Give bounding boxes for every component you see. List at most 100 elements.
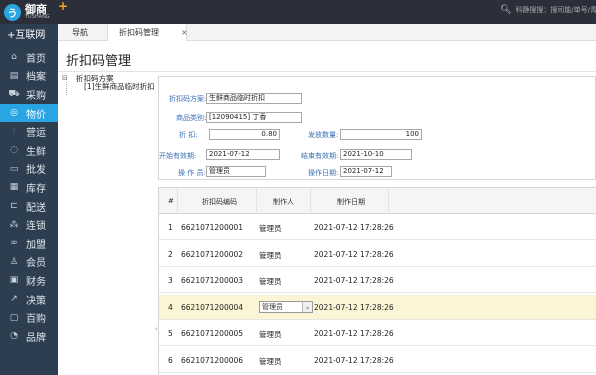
- collapse-icon[interactable]: ⊟: [62, 74, 76, 82]
- cell-date: 2021-07-12 17:28:26: [314, 355, 394, 365]
- start-date-field[interactable]: 2021-07-12: [206, 149, 280, 160]
- splitter-handle[interactable]: ‹: [155, 325, 158, 333]
- cell-code: 6621071200005: [181, 329, 244, 338]
- column-header-code[interactable]: 折扣码编码: [202, 197, 237, 207]
- scheme-field[interactable]: 生鲜商品临时折扣: [206, 93, 302, 104]
- cell-code: 6621071200004: [181, 302, 244, 312]
- sidebar-item-label: 生鲜: [26, 146, 46, 158]
- table-row[interactable]: 6 6621071200006 管理员 2021-07-12 17:28:26: [159, 347, 596, 373]
- sidebar-item-icon: ◌: [10, 145, 18, 156]
- quantity-field[interactable]: 100: [340, 129, 422, 140]
- sidebar-item-8[interactable]: ⊏ 配送: [0, 197, 58, 216]
- sidebar-item-5[interactable]: ◌ 生鲜: [0, 141, 58, 160]
- discount-field[interactable]: 0.80: [209, 129, 280, 140]
- table-row[interactable]: 4 6621071200004 管理员 ⌄ 2021-07-12 17:28:26: [159, 294, 596, 320]
- sidebar-item-label: 决策: [26, 295, 46, 307]
- sidebar-item-1[interactable]: ▤ 档案: [0, 67, 58, 86]
- cell-maker: 管理员: [259, 224, 282, 233]
- sidebar-item-14[interactable]: ▢ 百购: [0, 308, 58, 327]
- column-divider: [310, 188, 311, 214]
- sidebar-item-label: 连锁: [26, 221, 46, 233]
- sidebar-item-icon: ▦: [9, 182, 19, 193]
- sidebar: +互联网 ⌂ 首页 ▤ 档案 ⛟ 采购 ◎ 物价 ⫶ 营运 ◌ 生鲜 ▭ 批发 ▦ 库存 ⊏ 配送 ⁂ 连锁 ∞ 加盟 ♙ 会…: [0, 24, 58, 375]
- column-divider: [177, 188, 178, 214]
- cell-date: 2021-07-12 17:28:26: [314, 329, 394, 338]
- sidebar-item-10[interactable]: ∞ 加盟: [0, 234, 58, 253]
- operation-date-field[interactable]: 2021-07-12: [340, 166, 392, 177]
- sidebar-item-3[interactable]: ◎ 物价: [0, 103, 58, 123]
- sidebar-item-icon: ▣: [9, 275, 19, 286]
- sidebar-item-label: 财务: [26, 276, 46, 288]
- chevron-down-icon[interactable]: ⌄: [302, 301, 312, 312]
- sidebar-item-icon: ⛟: [8, 88, 20, 99]
- scheme-tree: ⊟ 折扣码方案 [1]生鲜商品临时折扣: [62, 74, 155, 92]
- column-header-date[interactable]: 制作日期: [337, 197, 365, 207]
- sidebar-item-label: 营运: [26, 128, 46, 140]
- table-row[interactable]: 1 6621071200001 管理员 2021-07-12 17:28:26: [159, 215, 596, 240]
- sidebar-header[interactable]: +互联网: [0, 24, 58, 48]
- cell-date: 2021-07-12 17:28:26: [314, 249, 394, 259]
- table-row[interactable]: 3 6621071200003 管理员 2021-07-12 17:28:26: [159, 268, 596, 293]
- sidebar-item-11[interactable]: ♙ 会员: [0, 253, 58, 272]
- logo-mark: う: [4, 3, 21, 21]
- column-header-index: #: [168, 197, 174, 205]
- sidebar-item-label: 物价: [26, 109, 46, 121]
- sidebar-item-6[interactable]: ▭ 批发: [0, 160, 58, 179]
- sidebar-item-label: 加盟: [26, 239, 46, 251]
- sidebar-item-label: 品牌: [26, 332, 46, 344]
- column-divider: [256, 188, 257, 214]
- sidebar-item-label: 配送: [26, 202, 46, 214]
- operator-field[interactable]: 管理员: [206, 166, 266, 177]
- sidebar-item-icon: ♙: [9, 256, 19, 267]
- sidebar-item-icon: ↗: [10, 294, 18, 305]
- tab-bar: 导航 折扣码管理 ×: [58, 24, 596, 41]
- column-header-maker[interactable]: 制作人: [273, 197, 294, 207]
- table-row[interactable]: 2 6621071200002 管理员 2021-07-12 17:28:26: [159, 241, 596, 267]
- sidebar-item-label: 档案: [26, 72, 46, 84]
- tree-connector: [66, 82, 67, 95]
- cell-maker: 管理员: [259, 277, 282, 286]
- operation-date-label: 操作日期:: [308, 169, 339, 177]
- top-bar: う 御商 YUSHANG + 🔍︎ 科静搜搜：搜司能/单号/青: [0, 0, 596, 24]
- sidebar-item-9[interactable]: ⁂ 连锁: [0, 215, 58, 234]
- logo-plus-icon: +: [58, 0, 69, 13]
- global-search[interactable]: 🔍︎ 科静搜搜：搜司能/单号/青: [500, 5, 596, 15]
- end-date-label: 结束有效期:: [301, 152, 339, 160]
- sidebar-item-7[interactable]: ▦ 库存: [0, 178, 58, 197]
- tab-navigation[interactable]: 导航: [72, 24, 88, 41]
- table-row[interactable]: 5 6621071200005 管理员 2021-07-12 17:28:26: [159, 321, 596, 346]
- tab-label: 折扣码管理: [119, 28, 159, 37]
- sidebar-item-13[interactable]: ↗ 决策: [0, 290, 58, 309]
- row-index: 2: [168, 249, 173, 259]
- sidebar-item-4[interactable]: ⫶ 营运: [0, 122, 58, 141]
- app-logo[interactable]: う 御商 YUSHANG +: [0, 0, 68, 24]
- operator-label: 操 作 员:: [178, 169, 206, 177]
- sidebar-item-label: 首页: [26, 53, 46, 65]
- cell-date: 2021-07-12 17:28:26: [314, 276, 394, 285]
- cell-date: 2021-07-12 17:28:26: [314, 302, 394, 312]
- end-date-field[interactable]: 2021-10-10: [340, 149, 412, 160]
- tab-discount-code-manage[interactable]: 折扣码管理 ×: [107, 24, 188, 41]
- row-index: 3: [168, 276, 173, 285]
- maker-select[interactable]: 管理员 ⌄: [259, 300, 313, 313]
- sidebar-item-15[interactable]: ◔ 品牌: [0, 327, 58, 346]
- cell-code: 6621071200002: [181, 249, 244, 259]
- search-icon: 🔍︎: [500, 5, 512, 15]
- discount-form-panel: 折扣码方案: 生鲜商品临时折扣 商品类别: [12090415] 丁香 折 扣:…: [158, 76, 596, 180]
- cell-maker: 管理员: [259, 356, 282, 366]
- sidebar-item-12[interactable]: ▣ 财务: [0, 271, 58, 290]
- sidebar-item-icon: ▤: [9, 70, 19, 81]
- sidebar-item-icon: ▭: [9, 163, 19, 174]
- product-category-label: 商品类别:: [176, 114, 207, 122]
- page-title: 折扣码管理: [66, 54, 132, 69]
- tree-node-root[interactable]: ⊟ 折扣码方案: [62, 74, 155, 83]
- sidebar-item-icon: ⁂: [9, 219, 19, 230]
- sidebar-item-2[interactable]: ⛟ 采购: [0, 85, 58, 104]
- sidebar-item-0[interactable]: ⌂ 首页: [0, 48, 58, 67]
- product-category-field[interactable]: [12090415] 丁香: [206, 112, 302, 123]
- cell-maker: 管理员: [259, 250, 282, 260]
- sidebar-item-label: 批发: [26, 165, 46, 177]
- sidebar-item-icon: ◔: [10, 331, 18, 342]
- search-placeholder: 科静搜搜：搜司能/单号/青: [515, 6, 596, 14]
- close-icon[interactable]: ×: [181, 24, 188, 41]
